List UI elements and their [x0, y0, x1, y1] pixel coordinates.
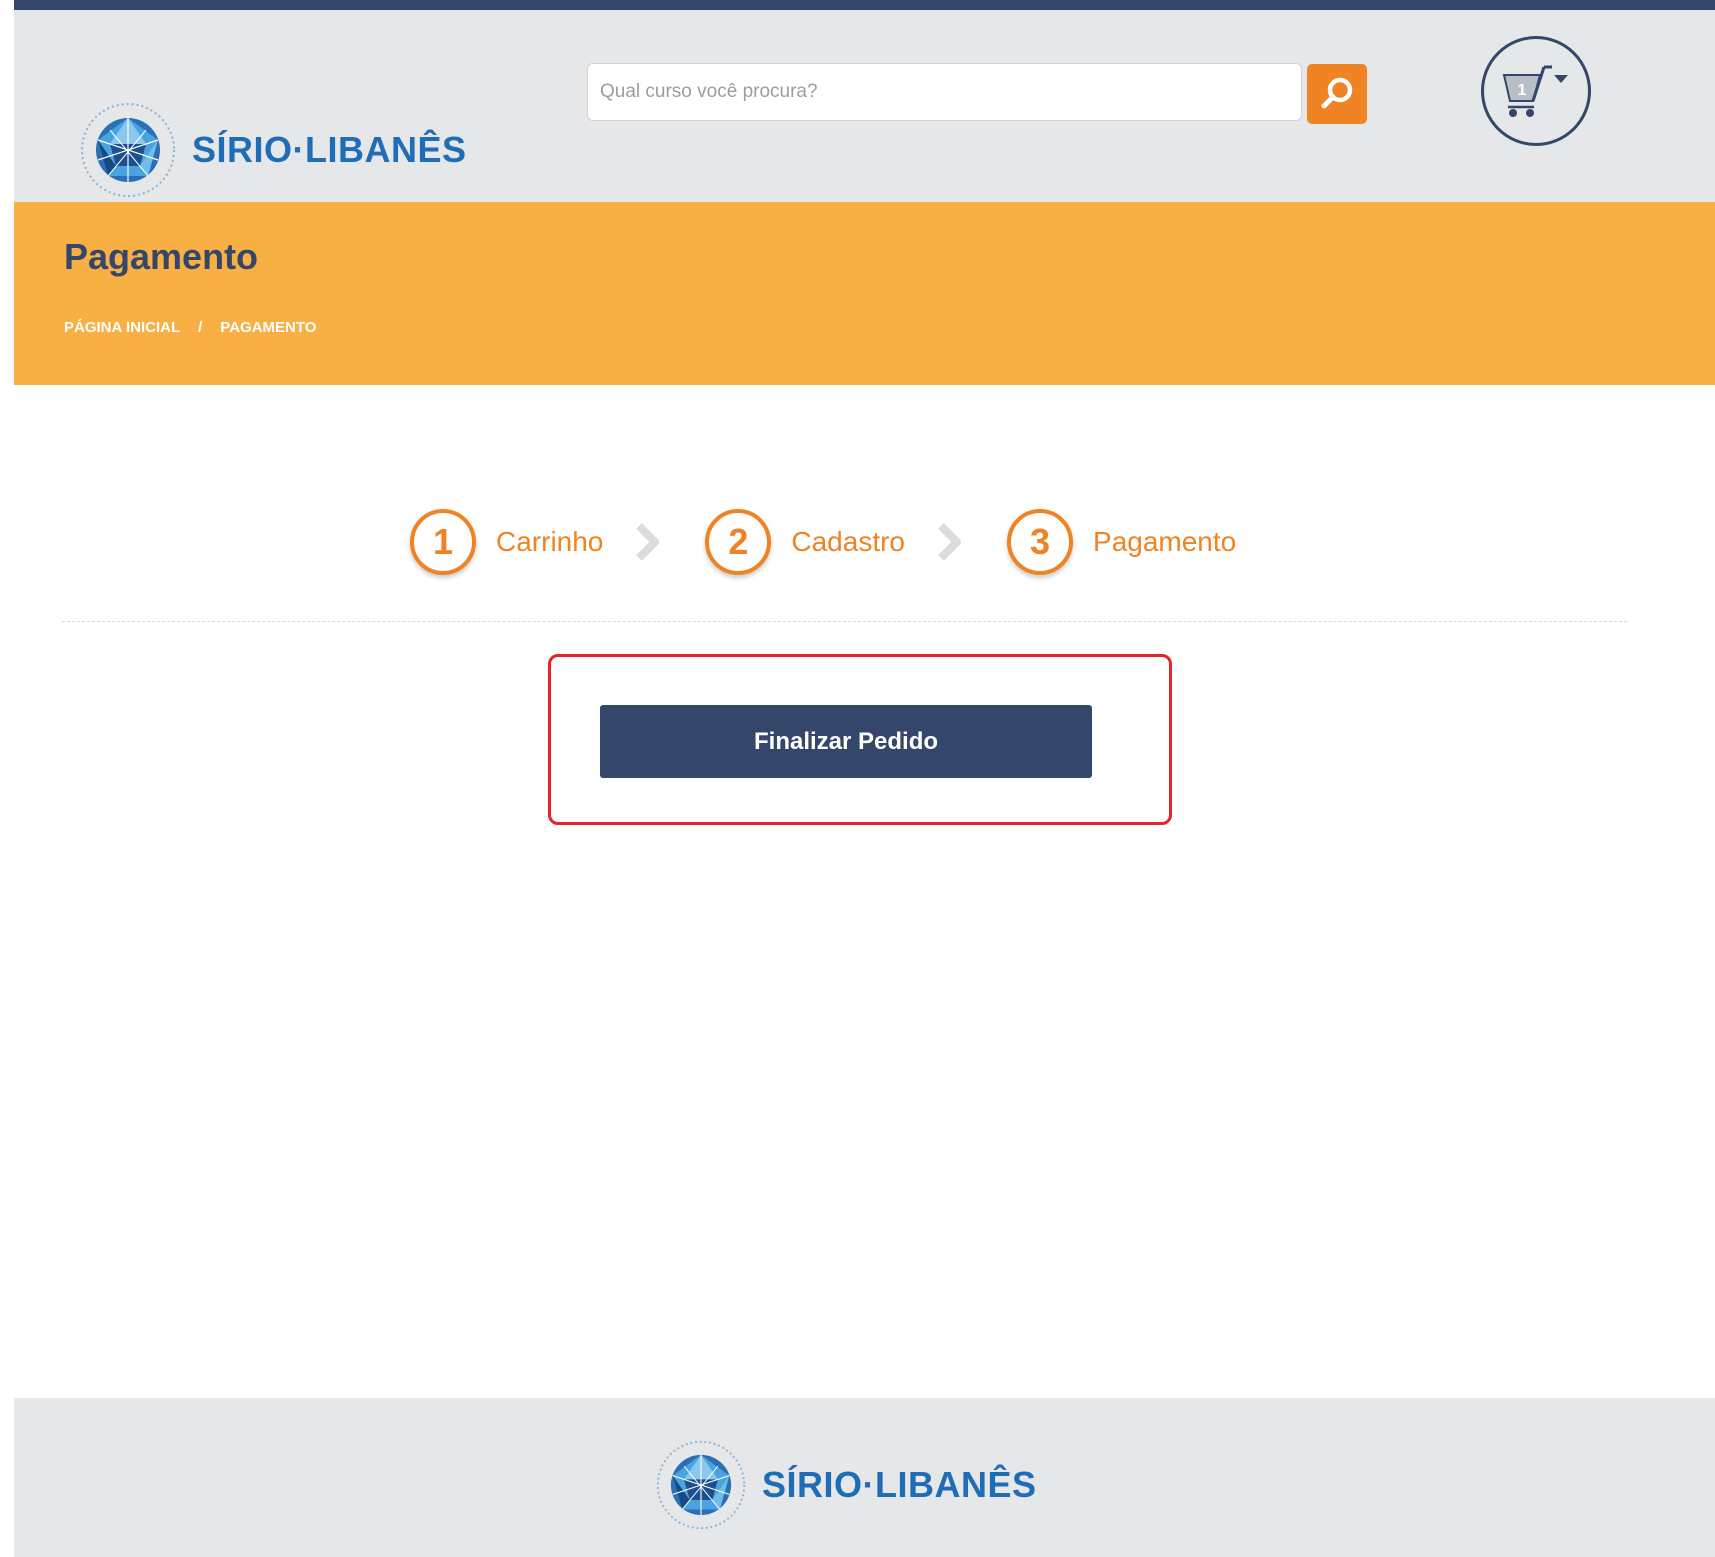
step-number: 1 [410, 509, 476, 575]
chevron-right-icon [935, 522, 963, 562]
search-input[interactable] [588, 64, 1301, 120]
step-label: Pagamento [1093, 526, 1237, 557]
step-number: 3 [1007, 509, 1074, 575]
step-label: Cadastro [791, 526, 906, 557]
section-divider [62, 621, 1627, 622]
page-title: Pagamento [64, 236, 259, 277]
search-box [587, 63, 1302, 121]
search-icon [1321, 77, 1353, 109]
breadcrumb: PÁGINA INICIAL / PAGAMENTO [64, 319, 316, 336]
search-button[interactable] [1307, 64, 1367, 124]
site-header: SÍRIO·LIBANÊS 1 [14, 10, 1715, 202]
step-number: 2 [705, 509, 772, 575]
top-stripe [14, 0, 1715, 10]
breadcrumb-home-link[interactable]: PÁGINA INICIAL [64, 319, 180, 336]
chevron-right-icon [633, 522, 661, 562]
site-footer: SÍRIO·LIBANÊS [14, 1398, 1715, 1557]
breadcrumb-separator: / [198, 319, 203, 336]
breadcrumb-current: PAGAMENTO [220, 319, 317, 336]
step-cart: 1 Carrinho [410, 509, 603, 575]
cart-count: 1 [1518, 82, 1527, 99]
step-registration: 2 Cadastro [705, 509, 905, 575]
step-label: Carrinho [496, 526, 604, 557]
checkout-steps: 1 Carrinho 2 Cadastro 3 Pagamento [410, 505, 1236, 579]
logo-emblem-icon [656, 1440, 746, 1530]
cart-icon: 1 [1502, 65, 1568, 117]
footer-brand-name: SÍRIO·LIBANÊS [762, 1464, 1037, 1505]
header-brand-name: SÍRIO·LIBANÊS [192, 129, 467, 170]
footer-logo[interactable]: SÍRIO·LIBANÊS [654, 1438, 1037, 1532]
page-banner: Pagamento PÁGINA INICIAL / PAGAMENTO [14, 202, 1715, 385]
page: SÍRIO·LIBANÊS 1 Pagamento [0, 0, 1715, 1557]
finalize-order-button[interactable]: Finalizar Pedido [600, 705, 1092, 778]
step-payment: 3 Pagamento [1007, 509, 1236, 575]
chevron-down-icon [1554, 75, 1568, 83]
logo-emblem-icon [81, 103, 175, 197]
header-logo[interactable]: SÍRIO·LIBANÊS [78, 100, 467, 200]
cart-button[interactable]: 1 [1481, 36, 1591, 146]
